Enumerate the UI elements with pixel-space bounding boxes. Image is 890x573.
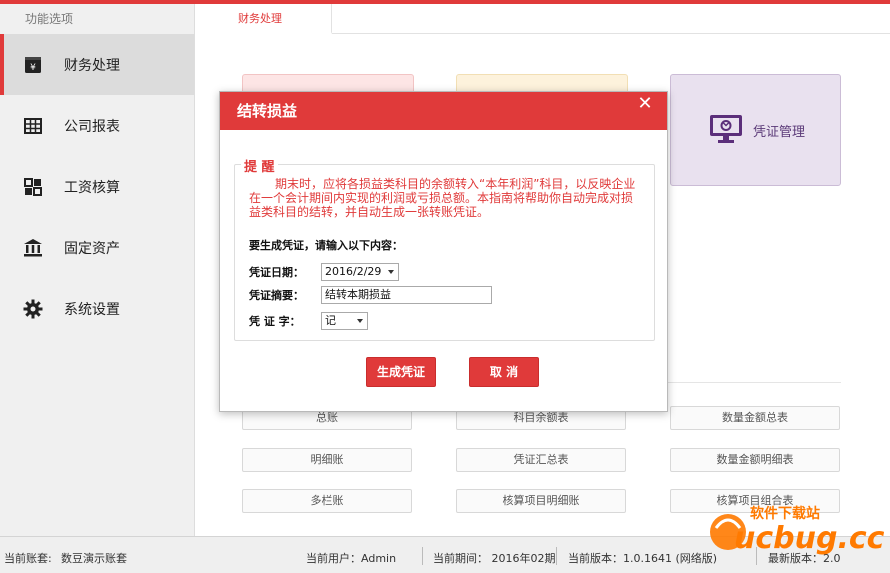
accounting-item-detail-button[interactable]: 核算项目明细账 [456, 489, 626, 513]
monitor-icon [709, 114, 743, 147]
voucher-date-row: 凭证日期： 2016/2/29 [249, 263, 399, 281]
sidebar-item-fixed-assets[interactable]: 固定资产 [0, 217, 194, 278]
sidebar: 功能选项 ¥ 财务处理 公司报表 工资核算 固定资产 系统设置 [0, 4, 195, 536]
close-icon[interactable]: ✕ [635, 92, 655, 116]
voucher-word-value: 记 [325, 314, 336, 327]
voucher-management-label: 凭证管理 [753, 124, 806, 140]
sidebar-item-payroll[interactable]: 工资核算 [0, 156, 194, 217]
generate-voucher-button[interactable]: 生成凭证 [366, 357, 436, 387]
gear-icon [22, 298, 44, 320]
status-separator [422, 547, 423, 565]
watermark-subtitle: 软件下载站 [750, 505, 820, 522]
voucher-summary-label: 凭证摘要： [249, 289, 304, 302]
sidebar-header: 功能选项 [25, 12, 74, 26]
sidebar-item-label: 工资核算 [64, 179, 120, 196]
sidebar-item-finance[interactable]: ¥ 财务处理 [0, 34, 194, 95]
status-user: 当前用户：Admin [306, 552, 397, 565]
detail-ledger-button[interactable]: 明细账 [242, 448, 412, 472]
voucher-management-card[interactable]: 凭证管理 [670, 74, 841, 186]
tab-bar: 财务处理 [196, 4, 890, 34]
voucher-date-select[interactable]: 2016/2/29 [321, 263, 399, 281]
sidebar-item-label: 系统设置 [64, 301, 120, 318]
status-account-value: 数豆演示账套 [61, 552, 127, 565]
sidebar-item-label: 财务处理 [64, 57, 120, 74]
voucher-word-row: 凭 证 字： 记 [249, 312, 368, 330]
grid-icon [22, 176, 44, 198]
watermark-text: ucbug.cc [734, 521, 885, 556]
quantity-amount-detail-button[interactable]: 数量金额明细表 [670, 448, 840, 472]
reminder-legend: 提 醒 [241, 156, 278, 175]
reminder-text: 期末时，应将各损益类科目的余额转入“本年利润”科目，以反映企业在一个会计期间内实… [249, 177, 636, 219]
voucher-word-select[interactable]: 记 [321, 312, 368, 330]
voucher-date-label: 凭证日期： [249, 266, 304, 279]
table-icon [22, 115, 44, 137]
status-period: 当前期间： 2016年02期 [433, 552, 556, 565]
sidebar-item-reports[interactable]: 公司报表 [0, 95, 194, 156]
ucbug-watermark-logo: 软件下载站 ucbug.cc [706, 498, 886, 556]
bank-icon [22, 237, 44, 259]
input-prompt: 要生成凭证，请输入以下内容： [249, 239, 403, 252]
chevron-down-icon [388, 270, 394, 274]
cancel-button[interactable]: 取 消 [469, 357, 539, 387]
voucher-summary-row: 凭证摘要： 结转本期损益 [249, 286, 492, 304]
tab-finance[interactable]: 财务处理 [196, 4, 332, 34]
status-version: 当前版本：1.0.1641 (网络版) [568, 552, 718, 565]
chevron-down-icon [357, 319, 363, 323]
quantity-amount-summary-button[interactable]: 数量金额总表 [670, 406, 840, 430]
sidebar-item-label: 固定资产 [64, 240, 120, 257]
ledger-icon: ¥ [22, 54, 44, 76]
voucher-date-value: 2016/2/29 [325, 265, 382, 278]
transfer-profit-loss-dialog: 结转损益 ✕ 提 醒 期末时，应将各损益类科目的余额转入“本年利润”科目，以反映… [219, 91, 668, 412]
status-account-label: 当前账套: [4, 552, 52, 565]
voucher-word-label: 凭 证 字： [249, 315, 301, 328]
reminder-group: 提 醒 期末时，应将各损益类科目的余额转入“本年利润”科目，以反映企业在一个会计… [234, 156, 655, 341]
dialog-title: 结转损益 [237, 102, 298, 120]
dialog-header: 结转损益 ✕ [220, 92, 667, 130]
voucher-summary-button[interactable]: 凭证汇总表 [456, 448, 626, 472]
sidebar-item-label: 公司报表 [64, 118, 120, 135]
sidebar-item-settings[interactable]: 系统设置 [0, 278, 194, 339]
status-separator [556, 547, 557, 565]
svg-text:¥: ¥ [30, 63, 36, 73]
multi-column-ledger-button[interactable]: 多栏账 [242, 489, 412, 513]
voucher-summary-input[interactable]: 结转本期损益 [321, 286, 492, 304]
